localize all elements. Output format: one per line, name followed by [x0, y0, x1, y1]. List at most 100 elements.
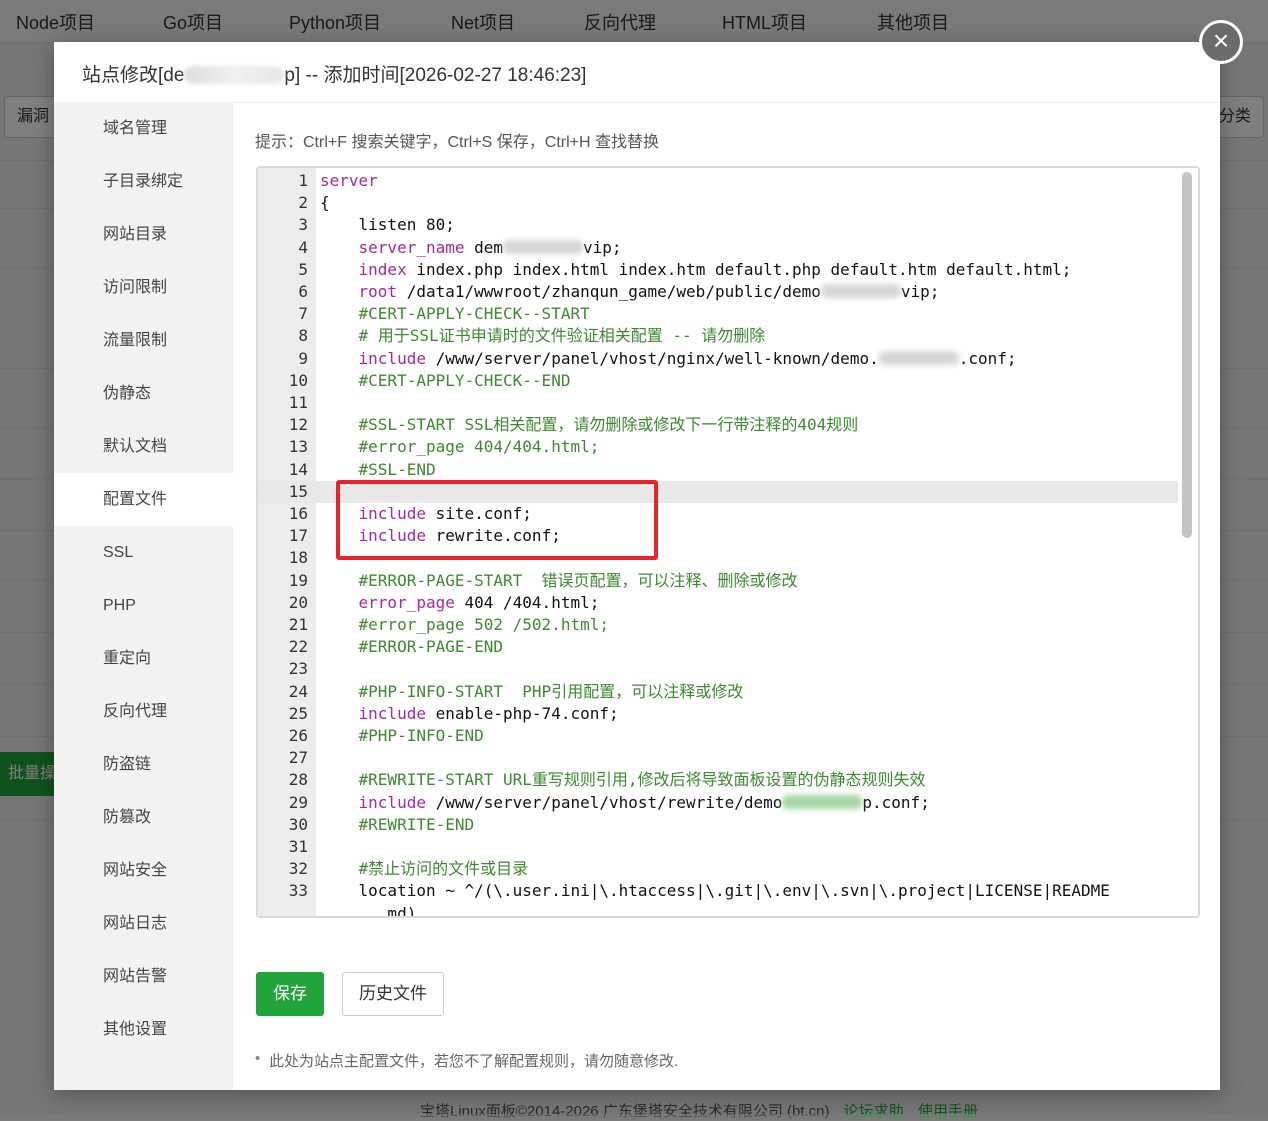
redacted-text	[878, 350, 959, 365]
sidebar-item-subdir[interactable]: 子目录绑定	[54, 155, 233, 208]
redacted-domain	[184, 66, 285, 84]
modal-title-prefix: 站点修改[de	[82, 65, 185, 86]
sidebar-item-access-limit[interactable]: 访问限制	[54, 261, 233, 314]
code-line[interactable]: 2{	[258, 192, 1178, 214]
code-line[interactable]: md)	[258, 903, 1178, 918]
line-number: 4	[298, 237, 308, 257]
code-line[interactable]: 10 #CERT-APPLY-CHECK--END	[258, 370, 1178, 392]
code-line[interactable]: 20 error_page 404 /404.html;	[258, 592, 1178, 614]
line-number: 33	[288, 881, 308, 901]
line-number: 21	[288, 615, 308, 634]
code-line[interactable]: 11	[258, 392, 1178, 414]
code-text: server_name dem vip;	[358, 237, 622, 257]
code-line[interactable]: 23	[258, 658, 1178, 680]
code-text: #ERROR-PAGE-START 错误页配置，可以注释、删除或修改	[358, 570, 798, 590]
code-line[interactable]: 21 #error_page 502 /502.html;	[258, 614, 1178, 636]
line-number: 30	[288, 814, 308, 834]
line-number: 12	[288, 415, 308, 435]
code-line[interactable]: 32 #禁止访问的文件或目录	[258, 858, 1178, 880]
code-line[interactable]: 29 include /www/server/panel/vhost/rewri…	[258, 792, 1178, 814]
code-line[interactable]: 8 # 用于SSL证书申请时的文件验证相关配置 -- 请勿删除	[258, 325, 1178, 347]
sidebar-item-alerts[interactable]: 网站告警	[54, 950, 233, 1003]
line-number: 27	[288, 748, 308, 768]
code-line[interactable]: 13 #error_page 404/404.html;	[258, 436, 1178, 458]
code-text: #禁止访问的文件或目录	[358, 859, 529, 879]
line-number: 22	[288, 637, 308, 657]
line-number: 18	[288, 548, 308, 568]
sidebar-item-tamper[interactable]: 防篡改	[54, 791, 233, 844]
code-line[interactable]: 18	[258, 547, 1178, 569]
sidebar-item-rewrite[interactable]: 伪静态	[54, 367, 233, 420]
sidebar-item-reverse-proxy[interactable]: 反向代理	[54, 685, 233, 738]
code-line[interactable]: 1 server	[258, 170, 1178, 192]
line-number: 20	[288, 592, 308, 612]
sidebar-item-domain[interactable]: 域名管理	[54, 102, 233, 155]
editor-scrollbar[interactable]	[1182, 172, 1192, 538]
code-text: #SSL-START SSL相关配置，请勿删除或修改下一行带注释的404规则	[358, 415, 859, 435]
redacted-text	[503, 239, 584, 254]
code-text: md)	[320, 903, 417, 918]
close-icon[interactable]: ×	[1199, 20, 1243, 64]
code-line[interactable]: 19 #ERROR-PAGE-START 错误页配置，可以注释、删除或修改	[258, 570, 1178, 592]
line-number: 13	[288, 437, 308, 457]
code-text: #PHP-INFO-END	[358, 726, 484, 745]
code-editor[interactable]: 1 server 2{3 listen 80; 4 server_name dem vi…	[256, 166, 1200, 918]
line-number: 32	[288, 859, 308, 879]
code-line[interactable]: 15	[258, 480, 1178, 503]
code-text: include /www/server/panel/vhost/nginx/we…	[358, 348, 1017, 368]
code-line[interactable]: 16 include site.conf;	[258, 503, 1178, 525]
line-number: 15	[288, 481, 308, 501]
code-line[interactable]: 14 #SSL-END	[258, 459, 1178, 481]
code-line[interactable]: 24 #PHP-INFO-START PHP引用配置，可以注释或修改	[258, 681, 1178, 703]
code-line[interactable]: 7 #CERT-APPLY-CHECK--START	[258, 303, 1178, 325]
code-text: listen 80;	[320, 215, 455, 235]
sidebar-item-site-dir[interactable]: 网站目录	[54, 208, 233, 261]
line-number: 24	[288, 681, 308, 701]
sidebar-item-hotlink[interactable]: 防盗链	[54, 738, 233, 791]
line-number: 11	[288, 393, 308, 412]
code-line[interactable]: 33 location ~ ^/(\.user.ini|\.htaccess|\…	[258, 880, 1178, 902]
line-number: 23	[288, 659, 308, 679]
line-number: 9	[298, 348, 308, 368]
code-text: #SSL-END	[358, 459, 436, 479]
code-text: #error_page 404/404.html;	[358, 437, 600, 457]
line-number: 31	[288, 837, 308, 856]
code-line[interactable]: 3 listen 80;	[258, 214, 1178, 236]
code-line[interactable]: 26 #PHP-INFO-END	[258, 725, 1178, 747]
line-number: 14	[288, 459, 308, 479]
line-number: 10	[288, 370, 308, 390]
code-line[interactable]: 17 include rewrite.conf;	[258, 525, 1178, 547]
code-line[interactable]: 12 #SSL-START SSL相关配置，请勿删除或修改下一行带注释的404规…	[258, 414, 1178, 436]
code-line[interactable]: 27	[258, 747, 1178, 769]
code-line[interactable]: 6 root /data1/wwwroot/zhanqun_game/web/p…	[258, 281, 1178, 303]
code-line[interactable]: 28 #REWRITE-START URL重写规则引用,修改后将导致面板设置的伪…	[258, 769, 1178, 791]
code-line[interactable]: 30 #REWRITE-END	[258, 814, 1178, 836]
code-text: # 用于SSL证书申请时的文件验证相关配置 -- 请勿删除	[358, 326, 766, 346]
code-line[interactable]: 9 include /www/server/panel/vhost/nginx/…	[258, 348, 1178, 370]
sidebar-item-php[interactable]: PHP	[54, 579, 233, 632]
line-number: 7	[298, 304, 308, 324]
line-number: 16	[288, 504, 308, 523]
sidebar-item-traffic-limit[interactable]: 流量限制	[54, 314, 233, 367]
code-line[interactable]: 5 index index.php index.html index.htm d…	[258, 259, 1178, 281]
redacted-text	[782, 794, 863, 809]
code-line[interactable]: 31	[258, 836, 1178, 858]
sidebar-item-security[interactable]: 网站安全	[54, 844, 233, 897]
code-line[interactable]: 22 #ERROR-PAGE-END	[258, 636, 1178, 658]
redacted-text	[820, 284, 901, 298]
history-file-button[interactable]: 历史文件	[342, 972, 444, 1016]
sidebar-item-config-file[interactable]: 配置文件	[54, 473, 233, 526]
sidebar-item-ssl[interactable]: SSL	[54, 526, 233, 579]
code-line[interactable]: 25 include enable-php-74.conf;	[258, 703, 1178, 725]
sidebar-item-logs[interactable]: 网站日志	[54, 897, 233, 950]
code-text: {	[320, 193, 330, 213]
sidebar-item-default-doc[interactable]: 默认文档	[54, 420, 233, 473]
code-text: include rewrite.conf;	[358, 526, 561, 546]
code-text: index index.php index.html index.htm def…	[358, 259, 1072, 279]
sidebar-item-other[interactable]: 其他设置	[54, 1003, 233, 1056]
save-button[interactable]: 保存	[256, 972, 324, 1016]
code-line[interactable]: 4 server_name dem vip;	[258, 237, 1178, 259]
line-number: 3	[298, 215, 308, 235]
code-text: server	[320, 171, 378, 190]
sidebar-item-redirect[interactable]: 重定向	[54, 632, 233, 685]
